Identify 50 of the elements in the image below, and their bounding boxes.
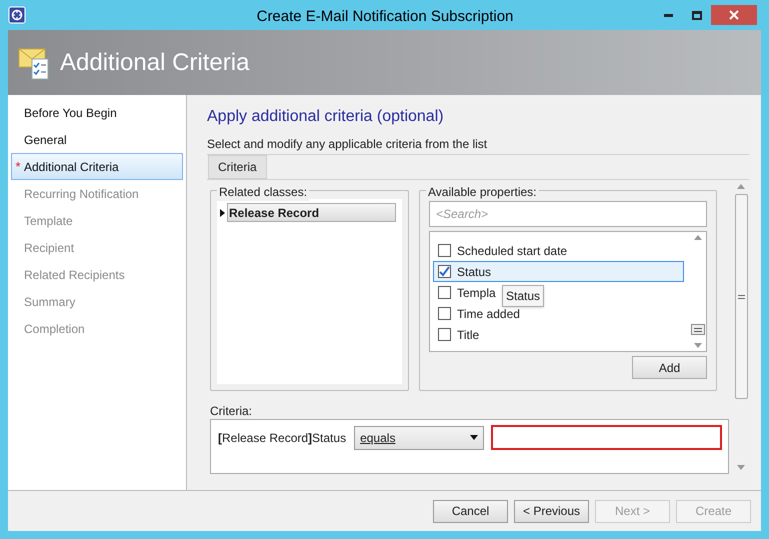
property-item[interactable]: Templa: [433, 282, 499, 303]
checkbox[interactable]: [438, 307, 451, 320]
property-label: Scheduled start date: [457, 242, 568, 260]
criteria-field: [Release Record]Status: [218, 428, 346, 446]
wizard-button[interactable]: < Previous: [514, 500, 589, 522]
sidebar-label: Additional Criteria: [24, 158, 119, 176]
wizard-button[interactable]: Cancel: [433, 500, 508, 522]
header-title: Additional Criteria: [60, 48, 250, 78]
page-title: Apply additional criteria (optional): [207, 107, 445, 127]
required-marker: *: [14, 158, 22, 176]
close-icon[interactable]: [729, 10, 739, 20]
property-item[interactable]: Scheduled start date: [433, 240, 570, 261]
sidebar-item[interactable]: * Additional Criteria: [11, 153, 183, 180]
search-field[interactable]: <Search>: [429, 201, 707, 227]
add-button[interactable]: Add: [632, 356, 707, 379]
tab[interactable]: Criteria: [208, 155, 267, 179]
checkbox[interactable]: [438, 265, 451, 278]
property-item[interactable]: Title: [433, 324, 482, 345]
property-label: Status: [457, 264, 492, 280]
caret-icon[interactable]: [470, 435, 478, 440]
sidebar-label: Summary: [24, 294, 76, 310]
window-title: Create E-Mail Notification Subscription: [256, 7, 514, 27]
sidebar-label: Template: [24, 212, 73, 230]
sidebar-label: Recurring Notification: [24, 186, 139, 202]
sidebar-item[interactable]: Before You Begin: [11, 99, 183, 126]
sidebar-label: Before You Begin: [24, 104, 117, 122]
sidebar-label: Completion: [24, 320, 85, 338]
checkbox[interactable]: [438, 244, 451, 257]
property-label: Templa: [457, 284, 496, 302]
sidebar-label: Related Recipients: [24, 266, 125, 284]
class-tree[interactable]: Release Record: [217, 199, 402, 384]
value-field[interactable]: [491, 425, 722, 450]
app-icon[interactable]: [8, 6, 26, 24]
operator-dropdown[interactable]: equals: [354, 426, 484, 450]
property-label: Time added: [457, 306, 520, 322]
checkbox[interactable]: [438, 286, 451, 299]
property-label: Title: [457, 326, 480, 344]
scroll-up-icon[interactable]: [694, 235, 702, 240]
sidebar-item[interactable]: General: [11, 126, 183, 153]
checkbox[interactable]: [438, 328, 451, 341]
property-item[interactable]: Status: [433, 261, 684, 282]
tooltip: Status: [502, 285, 544, 307]
close-button[interactable]: [711, 5, 757, 25]
criteria-label: Criteria:: [210, 403, 254, 417]
sidebar-label: Recipient: [24, 240, 74, 256]
expand-arrow-icon[interactable]: [220, 208, 226, 216]
page-subtitle: Select and modify any applicable criteria from the list: [207, 136, 488, 151]
tree-item[interactable]: Release Record: [227, 203, 396, 222]
sidebar-label: General: [24, 132, 67, 148]
scroll-down-icon[interactable]: [694, 343, 702, 348]
